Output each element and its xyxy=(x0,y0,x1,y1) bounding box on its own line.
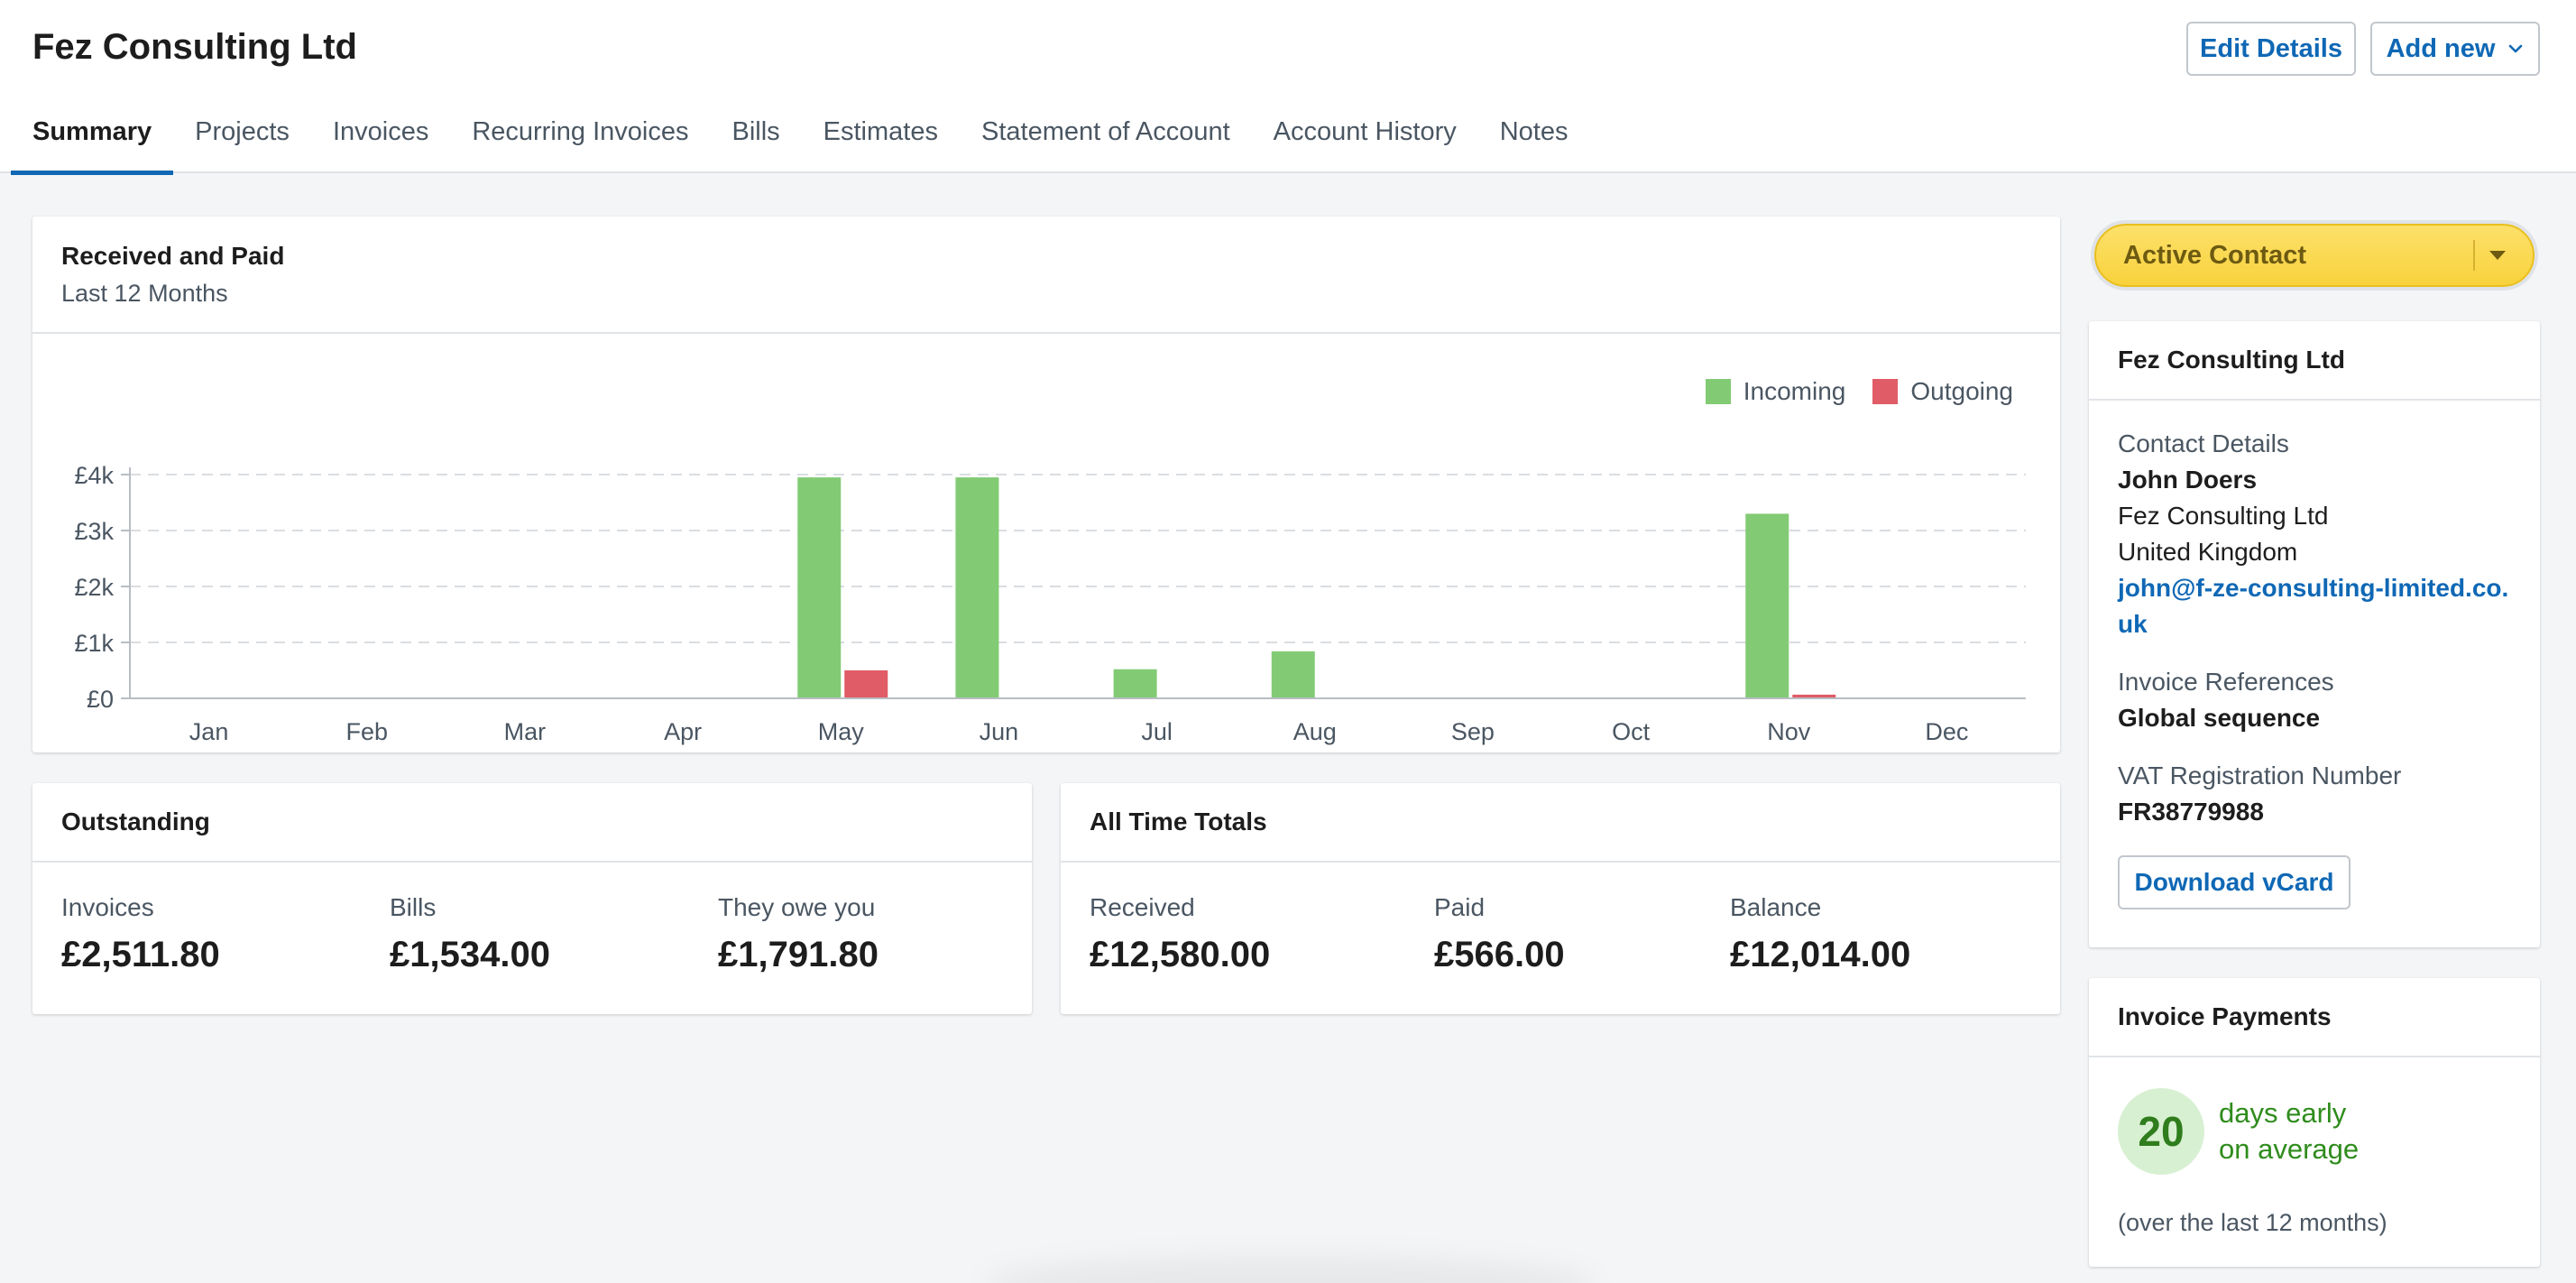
x-tick-label: Feb xyxy=(345,718,388,745)
metric-paid: Paid £566.00 xyxy=(1434,893,1565,975)
x-tick-label: Dec xyxy=(1925,718,1968,745)
x-tick-label: Jan xyxy=(189,718,229,745)
payments-period-note: (over the last 12 months) xyxy=(2118,1209,2387,1236)
x-tick-label: Mar xyxy=(504,718,547,745)
metric-they-owe-you: They owe you £1,791.80 xyxy=(718,893,879,975)
chart-title: Received and Paid xyxy=(61,242,285,270)
metric-balance: Balance £12,014.00 xyxy=(1730,893,1910,975)
vat-number-value: FR38779988 xyxy=(2118,798,2264,826)
days-early-line1: days early xyxy=(2219,1097,2347,1129)
bar-incoming-aug xyxy=(1271,651,1315,698)
tab-bills[interactable]: Bills xyxy=(710,108,801,173)
contact-name: John Doers xyxy=(2118,466,2258,494)
contact-company: Fez Consulting Ltd xyxy=(2118,502,2329,530)
metric-label: Balance xyxy=(1730,893,1822,921)
tab-recurring-invoices[interactable]: Recurring Invoices xyxy=(450,108,710,173)
add-new-button[interactable]: Add new xyxy=(2370,22,2540,76)
status-label: Active Contact xyxy=(2123,240,2307,270)
tab-bar: Summary Projects Invoices Recurring Invo… xyxy=(11,108,1590,175)
x-tick-label: Jun xyxy=(980,718,1019,745)
invoice-payments-card: Invoice Payments 20 days early on averag… xyxy=(2089,978,2540,1267)
outstanding-card: Outstanding Invoices £2,511.80 Bills £1,… xyxy=(32,783,1032,1014)
contact-body: Contact Details John Doers Fez Consultin… xyxy=(2089,401,2540,935)
x-tick-label: Apr xyxy=(664,718,702,745)
bar-incoming-jul xyxy=(1113,669,1157,698)
all-time-title: All Time Totals xyxy=(1061,783,2060,863)
all-time-totals-card: All Time Totals Received £12,580.00 Paid… xyxy=(1061,783,2060,1014)
x-tick-label: May xyxy=(818,718,865,745)
contact-card-title: Fez Consulting Ltd xyxy=(2089,321,2540,401)
received-paid-card: Received and Paid Last 12 Months Incomin… xyxy=(32,217,2060,752)
contact-status-dropdown[interactable]: Active Contact xyxy=(2094,224,2535,287)
contact-email-link[interactable]: john@f-ze-consulting-limited.co.uk xyxy=(2118,570,2511,642)
status-divider xyxy=(2473,240,2475,271)
metric-label: Bills xyxy=(390,893,437,921)
chart-subtitle: Last 12 Months xyxy=(61,280,228,307)
chevron-down-icon xyxy=(2509,44,2523,53)
metric-label: They owe you xyxy=(718,893,876,921)
bottom-shadow xyxy=(983,1256,1596,1283)
x-tick-label: Aug xyxy=(1293,718,1337,745)
metric-value: £12,014.00 xyxy=(1730,935,1911,974)
outstanding-metrics: Invoices £2,511.80 Bills £1,534.00 They … xyxy=(32,863,1032,1014)
metric-value: £2,511.80 xyxy=(61,935,220,974)
y-tick-label: £1k xyxy=(74,630,114,657)
y-tick-label: £2k xyxy=(74,574,114,601)
tab-account-history[interactable]: Account History xyxy=(1252,108,1478,173)
y-tick-label: £3k xyxy=(74,518,114,545)
metric-value: £566.00 xyxy=(1434,935,1565,974)
outstanding-title: Outstanding xyxy=(32,783,1032,863)
download-vcard-button[interactable]: Download vCard xyxy=(2118,855,2351,909)
bar-incoming-jun xyxy=(955,477,999,698)
metric-value: £1,791.80 xyxy=(718,935,879,974)
metric-label: Paid xyxy=(1434,893,1486,921)
bar-chart: £0 £1k £2k £3k £4k Jan Feb Mar Apr May Jun Jul Aug Se… xyxy=(74,462,2026,745)
caret-down-icon xyxy=(2489,251,2506,260)
invoice-references-label: Invoice References xyxy=(2118,668,2334,696)
contact-card: Fez Consulting Ltd Contact Details John … xyxy=(2089,321,2540,947)
tab-summary[interactable]: Summary xyxy=(11,108,174,175)
x-tick-label: Sep xyxy=(1451,718,1495,745)
all-time-metrics: Received £12,580.00 Paid £566.00 Balance… xyxy=(1061,863,2060,1014)
x-tick-label: Jul xyxy=(1141,718,1173,745)
contact-country: United Kingdom xyxy=(2118,538,2298,566)
tab-invoices[interactable]: Invoices xyxy=(311,108,450,173)
metric-value: £1,534.00 xyxy=(390,935,550,974)
metric-received: Received £12,580.00 xyxy=(1090,893,1270,975)
days-early-badge: 20 xyxy=(2118,1088,2204,1175)
invoice-payments-body: 20 days early on average (over the last … xyxy=(2089,1057,2540,1265)
tab-statement-of-account[interactable]: Statement of Account xyxy=(960,108,1252,173)
tab-estimates[interactable]: Estimates xyxy=(802,108,960,173)
invoice-payments-title: Invoice Payments xyxy=(2089,978,2540,1057)
add-new-label: Add new xyxy=(2386,33,2496,63)
x-tick-label: Nov xyxy=(1767,718,1811,745)
bar-incoming-nov xyxy=(1745,513,1789,698)
tab-projects[interactable]: Projects xyxy=(173,108,311,173)
bar-incoming-may xyxy=(797,477,842,698)
bar-outgoing-may xyxy=(844,670,888,698)
header: Fez Consulting Ltd Edit Details Add new … xyxy=(0,0,2576,175)
edit-details-button[interactable]: Edit Details xyxy=(2186,22,2356,76)
y-tick-label: £0 xyxy=(87,686,114,713)
chart-card-header: Received and Paid Last 12 Months xyxy=(32,217,2060,334)
contact-details-label: Contact Details xyxy=(2118,429,2289,457)
metric-label: Received xyxy=(1090,893,1195,921)
invoice-references-value: Global sequence xyxy=(2118,704,2321,732)
metric-bills: Bills £1,534.00 xyxy=(390,893,550,975)
tab-notes[interactable]: Notes xyxy=(1478,108,1590,173)
days-early-text: days early on average xyxy=(2219,1095,2359,1168)
days-early-line2: on average xyxy=(2219,1133,2360,1165)
page-title: Fez Consulting Ltd xyxy=(32,27,357,67)
vat-number-label: VAT Registration Number xyxy=(2118,761,2402,789)
x-tick-label: Oct xyxy=(1612,718,1651,745)
metric-invoices: Invoices £2,511.80 xyxy=(61,893,220,975)
metric-label: Invoices xyxy=(61,893,154,921)
y-tick-label: £4k xyxy=(74,462,114,489)
metric-value: £12,580.00 xyxy=(1090,935,1271,974)
